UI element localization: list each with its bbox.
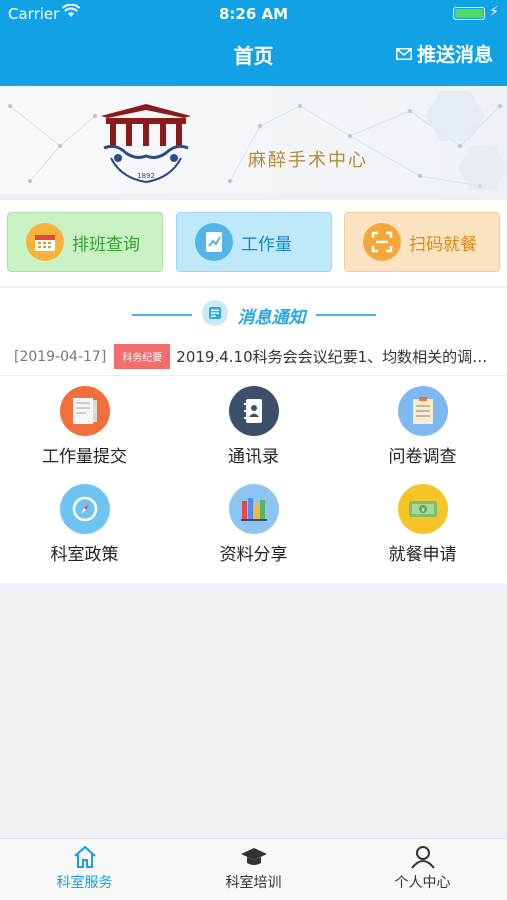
grid-item-meal-apply[interactable]: ¥ 就餐申请 bbox=[338, 474, 507, 572]
notebook-icon bbox=[59, 386, 110, 436]
scan-meal-button[interactable]: 扫码就餐 bbox=[344, 212, 500, 272]
logo-year: 1892 bbox=[137, 172, 155, 180]
tab-personal-center[interactable]: 个人中心 bbox=[338, 845, 507, 892]
grid-label: 就餐申请 bbox=[388, 545, 457, 565]
schedule-query-button[interactable]: 排班查询 bbox=[7, 212, 163, 272]
grid-item-policy[interactable]: 科室政策 bbox=[0, 474, 169, 572]
tab-department-service[interactable]: 科室服务 bbox=[0, 845, 169, 892]
hospital-logo: 1892 bbox=[96, 98, 196, 192]
grid-label: 工作量提交 bbox=[42, 447, 127, 467]
calendar-icon bbox=[26, 223, 64, 261]
contacts-icon bbox=[228, 386, 279, 436]
notice-item[interactable]: [2019-04-17] 科务纪要 2019.4.10科务会会议纪要1、均数相关… bbox=[14, 344, 497, 369]
tab-department-training[interactable]: 科室培训 bbox=[169, 845, 338, 892]
notice-tag: 科务纪要 bbox=[114, 344, 171, 369]
grid-item-survey[interactable]: 问卷调查 bbox=[338, 376, 507, 474]
service-grid: 工作量提交 通讯录 问卷调查 科室政策 资料分享 ¥ 就餐申请 bbox=[0, 375, 507, 583]
push-message-label: 推送消息 bbox=[416, 44, 493, 66]
top-bar: Carrier 8:26 AM ⚡ 首页 推送消息 bbox=[0, 0, 507, 86]
scan-meal-label: 扫码就餐 bbox=[409, 234, 477, 255]
scan-icon bbox=[363, 223, 401, 261]
tab-label: 科室培训 bbox=[225, 875, 282, 891]
tab-label: 科室服务 bbox=[56, 875, 113, 891]
money-icon: ¥ bbox=[397, 484, 448, 534]
books-icon bbox=[228, 484, 279, 534]
notice-section: 消息通知 [2019-04-17] 科务纪要 2019.4.10科务会会议纪要1… bbox=[0, 287, 507, 375]
grid-item-contacts[interactable]: 通讯录 bbox=[169, 376, 338, 474]
notice-title: 消息通知 bbox=[237, 307, 306, 328]
grid-item-data-share[interactable]: 资料分享 bbox=[169, 474, 338, 572]
divider-right bbox=[315, 314, 376, 316]
banner[interactable]: 1892 麻醉手术中心 bbox=[0, 86, 507, 194]
svg-text:¥: ¥ bbox=[421, 507, 425, 514]
grid-label: 资料分享 bbox=[219, 545, 288, 565]
notice-text: 2019.4.10科务会会议纪要1、均数相关的调整... bbox=[176, 348, 497, 366]
chart-icon bbox=[195, 223, 233, 261]
notice-icon bbox=[201, 300, 228, 330]
notice-date: [2019-04-17] bbox=[14, 348, 107, 365]
grid-label: 通讯录 bbox=[228, 447, 279, 467]
graduation-cap-icon bbox=[169, 845, 338, 869]
quick-actions: 排班查询 工作量 扫码就餐 bbox=[0, 200, 507, 286]
grid-label: 问卷调查 bbox=[388, 447, 457, 467]
notice-header: 消息通知 bbox=[0, 300, 507, 330]
tab-bar: 科室服务 科室培训 个人中心 bbox=[0, 838, 507, 900]
survey-icon bbox=[397, 386, 448, 436]
push-message-button[interactable]: 推送消息 bbox=[395, 40, 493, 67]
workload-button[interactable]: 工作量 bbox=[176, 212, 332, 272]
person-icon bbox=[338, 845, 507, 869]
status-time: 8:26 AM bbox=[218, 5, 289, 23]
envelope-icon bbox=[395, 43, 412, 65]
grid-item-workload-submit[interactable]: 工作量提交 bbox=[0, 376, 169, 474]
tab-label: 个人中心 bbox=[394, 875, 451, 891]
charging-icon: ⚡ bbox=[489, 4, 499, 20]
grid-label: 科室政策 bbox=[50, 545, 119, 565]
home-icon bbox=[0, 845, 169, 869]
status-bar: Carrier 8:26 AM ⚡ bbox=[0, 0, 507, 28]
compass-icon bbox=[59, 484, 110, 534]
banner-title: 麻醉手术中心 bbox=[248, 150, 368, 171]
network-decoration bbox=[7, 91, 507, 190]
schedule-query-label: 排班查询 bbox=[72, 234, 140, 255]
battery-icon bbox=[453, 7, 485, 20]
divider-left bbox=[131, 314, 192, 316]
workload-label: 工作量 bbox=[241, 234, 292, 255]
